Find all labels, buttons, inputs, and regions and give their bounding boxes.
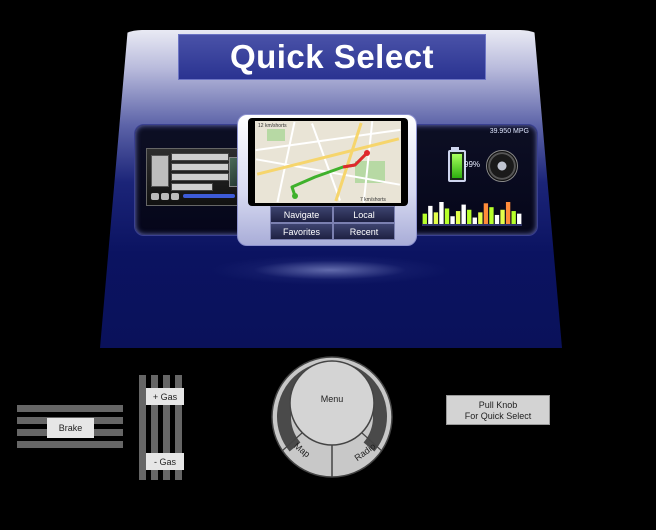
energy-bar	[494, 214, 500, 224]
energy-bar	[439, 202, 444, 224]
gas-bar	[139, 375, 146, 480]
volume-slider[interactable]	[183, 194, 235, 198]
media-track-row	[171, 163, 229, 171]
pull-knob-line2: For Quick Select	[464, 411, 532, 421]
favorites-button[interactable]: Favorites	[270, 223, 333, 240]
energy-bar	[500, 209, 505, 224]
energy-bar	[444, 208, 450, 224]
brake-label[interactable]: Brake	[47, 418, 94, 438]
media-track-row	[171, 173, 229, 181]
local-button[interactable]: Local	[333, 206, 395, 223]
energy-bar	[489, 207, 494, 224]
media-track-row	[171, 183, 213, 191]
play-icon[interactable]	[161, 193, 169, 200]
energy-bar-chart	[422, 202, 522, 226]
energy-bar	[455, 211, 461, 224]
energy-bar	[478, 212, 483, 224]
next-icon[interactable]	[171, 193, 179, 200]
map-scale-label: 12 km/shorts	[258, 123, 287, 129]
pull-knob-line1: Pull Knob	[478, 400, 518, 410]
brake-bar	[17, 405, 123, 412]
energy-bar	[511, 211, 516, 224]
gas-down-button[interactable]: - Gas	[146, 453, 184, 470]
media-player-widget[interactable]	[146, 148, 250, 206]
media-side-panel	[151, 155, 169, 187]
energy-baseline	[422, 224, 522, 226]
brake-bar	[17, 441, 123, 448]
energy-bar	[428, 205, 433, 224]
energy-bar	[472, 217, 477, 224]
energy-bar	[450, 216, 455, 224]
wheel-icon	[486, 150, 518, 182]
gas-up-button[interactable]: + Gas	[146, 388, 184, 405]
mpg-readout: 39.950 MPG	[489, 128, 529, 135]
title-banner: Quick Select	[178, 34, 486, 80]
route-overlay	[290, 150, 370, 199]
map-view[interactable]	[255, 121, 401, 203]
media-track-row	[171, 153, 229, 161]
console-glow	[210, 255, 450, 285]
navigate-button[interactable]: Navigate	[270, 206, 333, 223]
battery-percent: 99%	[464, 160, 481, 169]
energy-bar	[483, 203, 489, 224]
energy-bar	[505, 202, 511, 224]
energy-bar	[461, 204, 466, 224]
battery-level-fill	[452, 154, 462, 178]
control-knob[interactable]	[270, 355, 394, 479]
map-scale-label: 7 km/shorts	[360, 197, 386, 203]
knob-menu-label[interactable]: Menu	[310, 394, 354, 404]
energy-bar	[467, 209, 472, 224]
prev-icon[interactable]	[151, 193, 159, 200]
pull-knob-hint: Pull Knob For Quick Select	[446, 395, 550, 425]
recent-button[interactable]: Recent	[333, 223, 395, 240]
energy-bar	[433, 212, 439, 224]
energy-bar	[422, 213, 427, 224]
energy-bar	[517, 213, 522, 224]
page-title: Quick Select	[229, 38, 435, 75]
